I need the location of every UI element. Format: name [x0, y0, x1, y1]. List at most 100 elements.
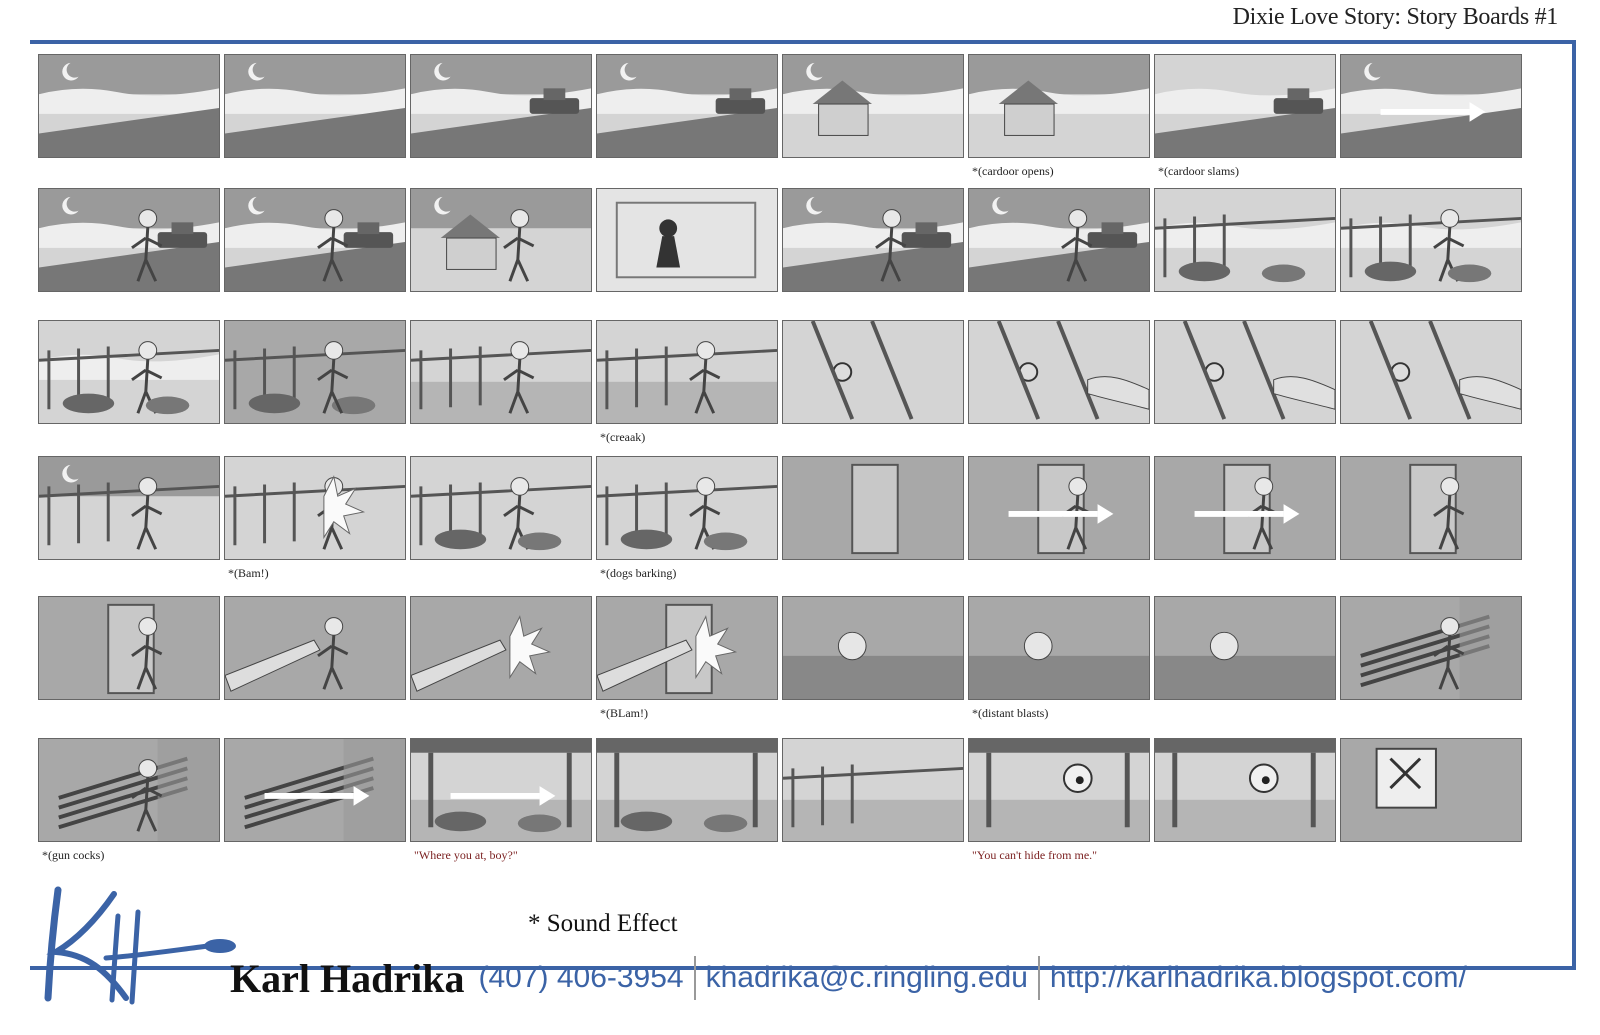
sketch-image	[411, 739, 591, 841]
sketch-image	[783, 457, 963, 559]
sketch-image	[597, 739, 777, 841]
sketch-image	[1341, 189, 1521, 291]
storyboard-panel	[1154, 188, 1336, 292]
sketch-image	[597, 55, 777, 157]
sketch-image	[969, 189, 1149, 291]
sketch-image	[1341, 597, 1521, 699]
storyboard-panel	[1340, 738, 1522, 842]
dialog-caption: "You can't hide from me."	[972, 848, 1098, 862]
sketch-image	[39, 597, 219, 699]
storyboard-panel	[410, 738, 592, 842]
phone-number: (407) 406-3954	[478, 961, 684, 994]
sound-effect-caption: *(dogs barking)	[600, 566, 677, 580]
storyboard-panel	[38, 596, 220, 700]
storyboard-panel	[38, 320, 220, 424]
storyboard-panel	[1340, 54, 1522, 158]
sound-effect-caption: *(distant blasts)	[972, 706, 1049, 720]
sketch-image	[411, 457, 591, 559]
sketch-image	[969, 739, 1149, 841]
storyboard-panel	[968, 320, 1150, 424]
dialog-caption: "Where you at, boy?"	[414, 848, 518, 862]
sketch-image	[39, 321, 219, 423]
storyboard-panel	[1340, 320, 1522, 424]
storyboard-panel	[782, 738, 964, 842]
email-link[interactable]: khadrika@c.ringling.edu	[706, 961, 1028, 995]
storyboard-panel	[38, 54, 220, 158]
storyboard-panel	[968, 188, 1150, 292]
sound-effect-caption: *(BLam!)	[600, 706, 648, 720]
sketch-image	[39, 55, 219, 157]
sketch-image	[783, 189, 963, 291]
sketch-image	[1155, 597, 1335, 699]
sketch-image	[225, 189, 405, 291]
storyboard-panel	[1154, 456, 1336, 560]
storyboard-panel	[224, 54, 406, 158]
storyboard-panel	[1154, 54, 1336, 158]
storyboard-panel	[38, 456, 220, 560]
sketch-image	[411, 189, 591, 291]
sketch-image	[597, 597, 777, 699]
sketch-image	[1155, 321, 1335, 423]
storyboard-panel	[410, 596, 592, 700]
storyboard-panel	[410, 456, 592, 560]
sound-effect-caption: *(creaak)	[600, 430, 646, 444]
storyboard-panel	[968, 596, 1150, 700]
sketch-image	[1155, 189, 1335, 291]
sketch-image	[225, 597, 405, 699]
sketch-image	[411, 321, 591, 423]
storyboard-panel	[1340, 188, 1522, 292]
storyboard-panel	[596, 738, 778, 842]
kh-signature-logo-icon	[44, 886, 236, 1005]
storyboard-panel	[1154, 320, 1336, 424]
sketch-image	[411, 55, 591, 157]
storyboard-panel	[596, 456, 778, 560]
sketch-image	[39, 189, 219, 291]
storyboard-panel	[410, 54, 592, 158]
sketch-image	[597, 189, 777, 291]
storyboard-panel	[410, 320, 592, 424]
storyboard-panel	[782, 320, 964, 424]
sketch-image	[411, 597, 591, 699]
storyboard-panel	[596, 596, 778, 700]
sketch-image	[39, 457, 219, 559]
sketch-image	[1155, 457, 1335, 559]
sound-effect-legend: * Sound Effect	[528, 910, 678, 937]
sound-effect-caption: *(gun cocks)	[42, 848, 105, 862]
sketch-image	[969, 457, 1149, 559]
separator	[1037, 956, 1040, 1000]
storyboard-panel	[782, 188, 964, 292]
storyboard-panel	[596, 54, 778, 158]
separator	[693, 956, 696, 1000]
storyboard-panel	[968, 54, 1150, 158]
sketch-image	[969, 55, 1149, 157]
sketch-image	[1341, 55, 1521, 157]
sketch-image	[1341, 739, 1521, 841]
storyboard-panel	[1340, 596, 1522, 700]
sketch-image	[969, 321, 1149, 423]
sketch-image	[1155, 55, 1335, 157]
storyboard-panel	[782, 456, 964, 560]
sketch-image	[783, 321, 963, 423]
sketch-image	[1341, 457, 1521, 559]
sketch-image	[1155, 739, 1335, 841]
sound-effect-caption: *(Bam!)	[228, 566, 269, 580]
sketch-image	[783, 739, 963, 841]
page-title: Dixie Love Story: Story Boards #1	[1232, 4, 1559, 30]
storyboard-panel	[782, 596, 964, 700]
storyboard-panel	[38, 188, 220, 292]
storyboard-panel	[224, 738, 406, 842]
sound-effect-caption: *(cardoor slams)	[1158, 164, 1239, 178]
sketch-image	[225, 55, 405, 157]
storyboard-panel	[782, 54, 964, 158]
sketch-image	[783, 55, 963, 157]
blog-link[interactable]: http://karlhadrika.blogspot.com/	[1050, 961, 1467, 995]
sketch-image	[225, 457, 405, 559]
storyboard-panel	[596, 188, 778, 292]
sketch-image	[597, 321, 777, 423]
storyboard-panel	[410, 188, 592, 292]
author-name: Karl Hadrika	[230, 955, 465, 1001]
storyboard-panel	[224, 320, 406, 424]
sketch-image	[225, 739, 405, 841]
storyboard-panel	[968, 456, 1150, 560]
storyboard-panel	[224, 188, 406, 292]
